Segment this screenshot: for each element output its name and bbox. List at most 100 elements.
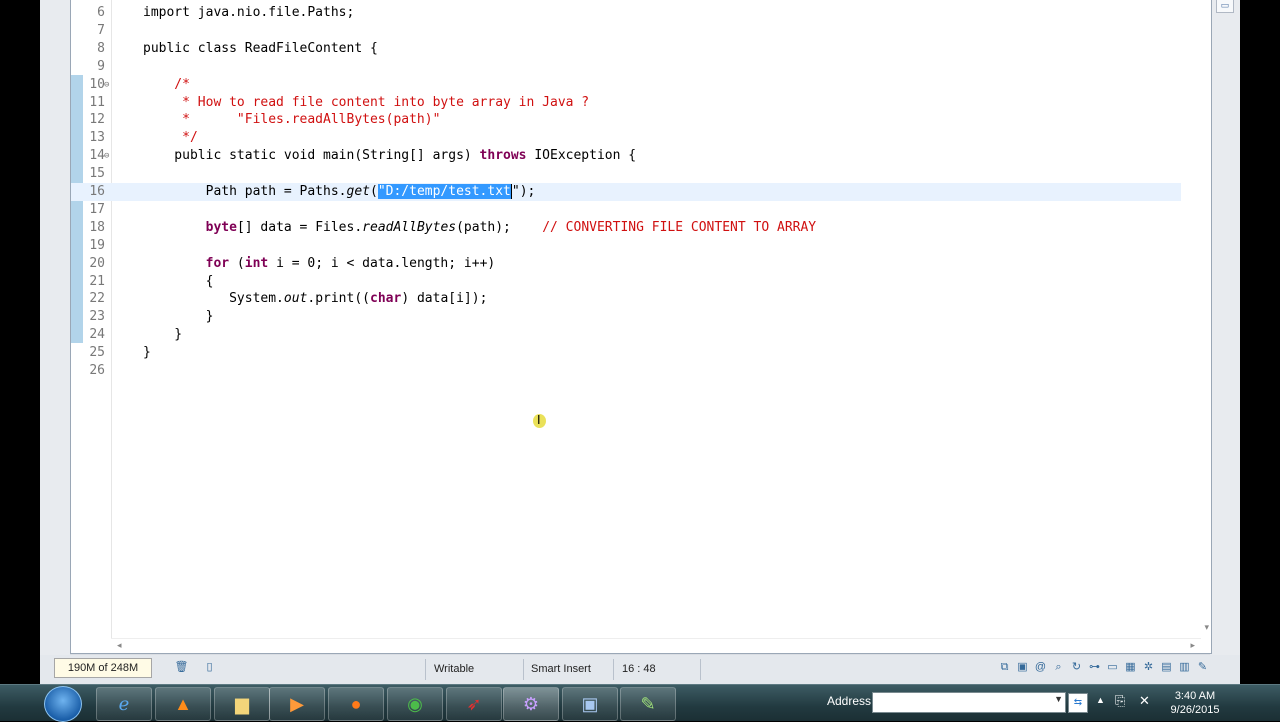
line-number: 26 — [89, 363, 105, 378]
line-number: 21 — [89, 273, 105, 289]
media-player-icon[interactable]: ▶ — [269, 687, 325, 721]
code-token: * How to read file content into byte arr… — [143, 94, 590, 110]
selected-text: "D:/temp/test.txt — [377, 184, 511, 199]
folder-icon[interactable]: ▆ — [214, 687, 270, 721]
at-icon[interactable]: @ — [1033, 660, 1048, 675]
code-token: ( — [229, 255, 245, 271]
clock[interactable]: 3:40 AM 9/26/2015 — [1160, 689, 1230, 717]
ie-icon[interactable]: ℯ — [96, 687, 152, 721]
volume-icon[interactable]: ✕ — [1139, 693, 1150, 709]
code-text: Path path = Paths.get("D:/temp/test.txt"… — [143, 183, 536, 201]
line-number: 18 — [89, 219, 105, 235]
refresh-icon[interactable]: ↻ — [1069, 660, 1084, 675]
code-token: public static void main(String[] args) — [143, 148, 480, 164]
code-line[interactable]: 26 — [71, 362, 1181, 380]
search-icon[interactable]: ⌕ — [1051, 660, 1066, 675]
left-side-panel — [40, 0, 70, 684]
code-token: */ — [143, 130, 198, 146]
code-text: { — [143, 273, 214, 291]
code-line[interactable]: 8 public class ReadFileContent { — [71, 40, 1181, 58]
code-text: import java.nio.file.Paths; — [143, 4, 354, 22]
status-divider — [700, 659, 701, 680]
code-token: i = 0; i < data.length; i++) — [268, 255, 496, 271]
code-line[interactable]: 12 * "Files.readAllBytes(path)" — [71, 111, 1181, 129]
code-area[interactable]: 6 import java.nio.file.Paths; 7 8 public cla… — [71, 0, 1191, 638]
code-editor[interactable]: 6 import java.nio.file.Paths; 7 8 public cla… — [70, 0, 1212, 654]
clock-time: 3:40 AM — [1174, 690, 1216, 702]
tray-expand-icon[interactable]: ▲ — [1096, 695, 1105, 705]
code-token: /* — [143, 76, 190, 92]
code-line[interactable]: 6 import java.nio.file.Paths; — [71, 4, 1181, 22]
notepad-icon[interactable]: ✎ — [620, 687, 676, 721]
taskbar: ℯ ▲ ▆ ▶ ● ◉ ➶ ⚙ ▣ ✎ Address ▼ ⇆ ▲ ⎘ ✕ 3:… — [0, 684, 1280, 722]
code-line[interactable]: 21 { — [71, 273, 1181, 291]
monitor-icon[interactable]: ▭ — [1105, 660, 1120, 675]
scroll-down-icon[interactable]: ▾ — [1204, 622, 1209, 633]
memory-icon[interactable]: ▯ — [202, 660, 217, 675]
code-line[interactable]: 18 byte[] data = Files.readAllBytes(path… — [71, 219, 1181, 237]
code-token: for — [205, 255, 230, 271]
line-number: 17 — [89, 201, 105, 217]
grid-icon[interactable]: ▦ — [1123, 660, 1138, 675]
start-button[interactable] — [44, 686, 82, 722]
code-text: for (int i = 0; i < data.length; i++) — [143, 255, 496, 273]
code-token: // CONVERTING FILE CONTENT TO ARRAY — [542, 219, 817, 235]
scroll-left-icon[interactable]: ◂ — [117, 640, 122, 651]
line-number: 25 — [89, 345, 105, 361]
chrome-icon[interactable]: ◉ — [387, 687, 443, 721]
network-icon[interactable]: ⎘ — [1115, 693, 1125, 709]
restore-view-icon[interactable]: ▭ — [1216, 0, 1234, 13]
code-line[interactable]: 22 System.out.print((char) data[i]); — [71, 290, 1181, 308]
code-text: * How to read file content into byte arr… — [143, 94, 589, 112]
scroll-right-icon[interactable]: ▸ — [1190, 640, 1195, 651]
heap-status: 190M of 248M — [54, 658, 152, 678]
code-line[interactable]: 20 for (int i = 0; i < data.length; i++) — [71, 255, 1181, 273]
window-icon[interactable]: ⧉ — [997, 660, 1012, 675]
panel-icon[interactable]: ▥ — [1177, 660, 1192, 675]
firefox-icon[interactable]: ● — [328, 687, 384, 721]
vlc-icon[interactable]: ▲ — [155, 687, 211, 721]
code-token: public class ReadFileContent { — [143, 40, 378, 56]
code-token: char — [370, 291, 402, 307]
code-line[interactable]: 9 — [71, 58, 1181, 76]
package-icon[interactable]: ▣ — [1015, 660, 1030, 675]
code-token: "); — [510, 184, 536, 199]
chevron-down-icon[interactable]: ▼ — [1054, 694, 1063, 704]
tree-icon[interactable]: ⊶ — [1087, 660, 1102, 675]
code-token: int — [244, 255, 269, 271]
settings-icon[interactable]: ✲ — [1141, 660, 1156, 675]
pencil-icon[interactable]: ✎ — [1195, 660, 1210, 675]
line-number: 12 — [89, 112, 105, 128]
code-line[interactable]: 15 — [71, 165, 1181, 183]
layout-icon[interactable]: ▤ — [1159, 660, 1174, 675]
code-line[interactable]: 23 } — [71, 308, 1181, 326]
code-line[interactable]: 11 * How to read file content into byte … — [71, 94, 1181, 112]
code-line[interactable]: 24 } — [71, 326, 1181, 344]
line-number: 19 — [89, 237, 105, 253]
fold-toggle-icon[interactable]: ⊖ — [104, 76, 109, 94]
go-icon[interactable]: ⇆ — [1068, 693, 1088, 713]
code-line[interactable]: 19 — [71, 237, 1181, 255]
trash-icon[interactable]: 🗑 — [174, 660, 189, 675]
code-token: (path); — [456, 219, 543, 235]
horizontal-scrollbar[interactable]: ◂ ▸ — [111, 638, 1201, 653]
code-text: byte[] data = Files.readAllBytes(path); … — [143, 219, 817, 237]
eclipse-icon[interactable]: ⚙ — [503, 687, 559, 721]
code-line[interactable]: 14 ⊖ public static void main(String[] arg… — [71, 147, 1181, 165]
code-line[interactable]: 13 */ — [71, 129, 1181, 147]
code-text: } — [143, 326, 182, 344]
line-number: 9 — [97, 58, 105, 74]
code-line[interactable]: 7 — [71, 22, 1181, 40]
address-input[interactable]: ▼ — [872, 692, 1066, 713]
code-line[interactable]: 16 Path path = Paths.get("D:/temp/test.t… — [71, 183, 1181, 201]
code-token: [] data = Files. — [236, 219, 363, 235]
code-token: byte — [205, 219, 237, 235]
line-number: 10 — [89, 76, 105, 92]
code-line[interactable]: 10 ⊖ /* — [71, 76, 1181, 94]
line-number: 24 — [89, 327, 105, 343]
code-line[interactable]: 17 — [71, 201, 1181, 219]
code-line[interactable]: 25} — [71, 344, 1181, 362]
rocket-icon[interactable]: ➶ — [446, 687, 502, 721]
save-disk-icon[interactable]: ▣ — [562, 687, 618, 721]
fold-toggle-icon[interactable]: ⊖ — [104, 147, 109, 165]
